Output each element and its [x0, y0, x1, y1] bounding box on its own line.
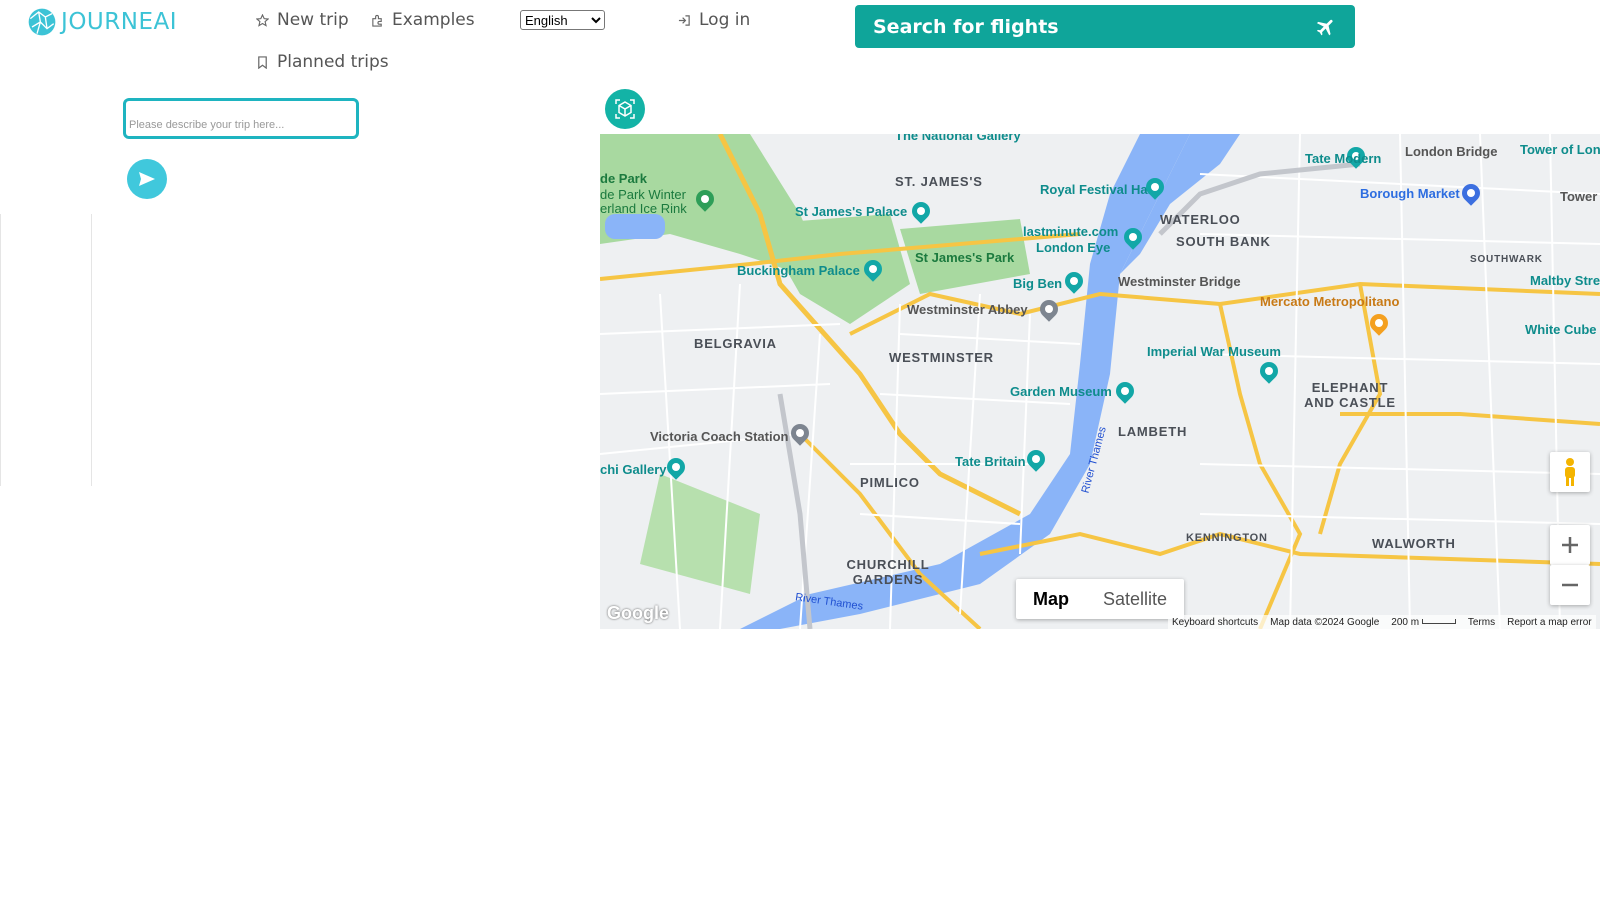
nav-new-trip-label: New trip: [277, 10, 349, 30]
poi-label[interactable]: Tate Modern: [1305, 151, 1381, 166]
bookmark-icon: [258, 55, 267, 69]
panel-divider: [91, 214, 92, 486]
area-label: ELEPHANT AND CASTLE: [1304, 380, 1396, 410]
zoom-out-button[interactable]: [1550, 565, 1590, 605]
keyboard-shortcuts-link[interactable]: Keyboard shortcuts: [1172, 617, 1258, 628]
area-label: WALWORTH: [1372, 536, 1456, 551]
area-label: ST. JAMES'S: [895, 174, 983, 189]
nav-planned-trips-label: Planned trips: [277, 52, 389, 72]
search-flights-button[interactable]: Search for flights: [855, 5, 1355, 48]
nav-examples-label: Examples: [392, 10, 475, 30]
map-canvas[interactable]: [600, 134, 1600, 629]
nav-examples[interactable]: Examples: [371, 10, 475, 30]
poi-label[interactable]: Tower of Lon: [1520, 142, 1600, 157]
globe-logo-icon: [28, 8, 56, 36]
poi-label[interactable]: St James's Palace: [795, 204, 907, 219]
poi-label[interactable]: erland Ice Rink: [600, 201, 687, 216]
poi-label[interactable]: de Park: [600, 171, 647, 186]
nav-log-in[interactable]: Log in: [678, 10, 750, 30]
poi-label[interactable]: London Bridge: [1405, 144, 1497, 159]
logo-text: JOURNEAI: [61, 9, 177, 35]
area-label: SOUTH BANK: [1176, 234, 1271, 249]
plus-icon: [1562, 537, 1578, 553]
poi-label[interactable]: London Eye: [1036, 240, 1110, 255]
nav-new-trip[interactable]: New trip: [256, 10, 349, 30]
area-label: KENNINGTON: [1186, 532, 1268, 544]
3d-view-button[interactable]: [605, 89, 645, 129]
login-icon: [678, 14, 690, 26]
language-select[interactable]: English: [520, 10, 605, 30]
poi-label[interactable]: lastminute.com: [1023, 224, 1118, 239]
nav-log-in-label: Log in: [699, 10, 751, 30]
poi-label[interactable]: Big Ben: [1013, 276, 1062, 291]
street-view-button[interactable]: [1550, 452, 1590, 492]
poi-label[interactable]: Garden Museum: [1010, 384, 1112, 399]
poi-label[interactable]: Royal Festival Hall: [1040, 182, 1155, 197]
minus-icon: [1562, 583, 1578, 587]
terms-link[interactable]: Terms: [1468, 617, 1495, 628]
scale-label: 200 m: [1391, 616, 1420, 628]
puzzle-icon: [372, 14, 382, 27]
map-data-attribution: Map data ©2024 Google: [1270, 616, 1380, 628]
area-label: BELGRAVIA: [694, 336, 777, 351]
poi-label[interactable]: Victoria Coach Station: [650, 429, 788, 444]
map-type-map[interactable]: Map: [1016, 579, 1086, 619]
cube-icon: [615, 99, 635, 119]
poi-label[interactable]: Mercato Metropolitano: [1260, 294, 1399, 309]
report-map-error-link[interactable]: Report a map error: [1507, 617, 1591, 628]
logo[interactable]: JOURNEAI: [27, 4, 177, 40]
search-flights-label: Search for flights: [873, 15, 1059, 38]
zoom-in-button[interactable]: [1550, 525, 1590, 565]
scale-bar[interactable]: 200 m: [1391, 617, 1456, 628]
poi-label[interactable]: The National Gallery: [895, 134, 1021, 143]
poi-label[interactable]: Tate Britain: [955, 454, 1026, 469]
poi-label[interactable]: Westminster Abbey: [907, 302, 1028, 317]
area-label: WESTMINSTER: [889, 350, 994, 365]
panel-divider-left: [0, 214, 1, 486]
send-icon: [139, 172, 155, 186]
trip-description-input[interactable]: Please describe your trip here...: [123, 98, 359, 139]
pegman-icon: [1565, 458, 1575, 486]
poi-label[interactable]: chi Gallery: [600, 462, 666, 477]
poi-label[interactable]: Tower Br: [1560, 189, 1600, 204]
star-icon: [256, 13, 269, 27]
area-label: LAMBETH: [1118, 424, 1188, 439]
map-footer: Keyboard shortcuts Map data ©2024 Google…: [1168, 615, 1596, 629]
poi-label[interactable]: Maltby Stre: [1530, 273, 1600, 288]
poi-label[interactable]: White Cube: [1525, 322, 1597, 337]
serpentine: [605, 214, 665, 239]
area-label: CHURCHILL GARDENS: [846, 557, 930, 587]
map[interactable]: ST. JAMES'S WATERLOO SOUTH BANK BELGRAVI…: [600, 134, 1600, 629]
poi-label[interactable]: St James's Park: [915, 250, 1014, 265]
poi-label[interactable]: Imperial War Museum: [1147, 344, 1281, 359]
nav-planned-trips[interactable]: Planned trips: [256, 52, 389, 72]
trip-description-placeholder: Please describe your trip here...: [129, 119, 285, 131]
area-label: PIMLICO: [860, 475, 920, 490]
poi-label[interactable]: de Park Winter: [600, 187, 686, 202]
area-label: WATERLOO: [1160, 212, 1241, 227]
area-label: SOUTHWARK: [1470, 254, 1543, 265]
map-type-toggle[interactable]: Map Satellite: [1016, 579, 1185, 619]
poi-label[interactable]: Borough Market: [1360, 186, 1460, 201]
poi-label[interactable]: Westminster Bridge: [1118, 274, 1241, 289]
google-logo: Google: [607, 603, 669, 623]
send-button[interactable]: [127, 159, 167, 199]
airplane-icon: [1316, 19, 1333, 35]
map-type-satellite[interactable]: Satellite: [1086, 579, 1184, 619]
poi-label[interactable]: Buckingham Palace: [737, 263, 860, 278]
